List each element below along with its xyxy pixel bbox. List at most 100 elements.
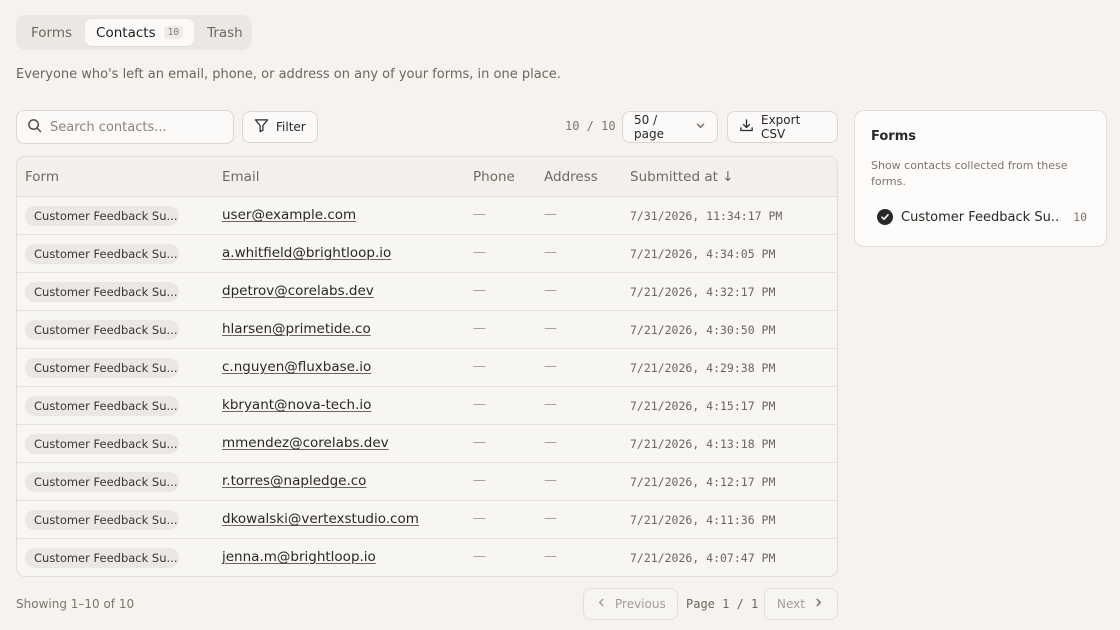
submitted-at-cell: 7/21/2026, 4:12:17 PM	[630, 475, 776, 489]
table-row: Customer Feedback Su... kbryant@nova-tech…	[17, 387, 837, 425]
email-link[interactable]: user@example.com	[222, 207, 356, 223]
submitted-at-cell: 7/31/2026, 11:34:17 PM	[630, 209, 783, 223]
form-badge: Customer Feedback Su...	[25, 396, 179, 416]
per-page-select[interactable]: 50 / page	[622, 111, 718, 143]
tab-forms[interactable]: Forms	[20, 19, 83, 46]
phone-cell: —	[473, 511, 486, 526]
export-label: Export CSV	[761, 113, 801, 141]
chevron-left-icon	[596, 597, 607, 611]
email-link[interactable]: hlarsen@primetide.co	[222, 321, 371, 337]
email-link[interactable]: kbryant@nova-tech.io	[222, 397, 371, 413]
export-csv-button[interactable]: Export CSV	[727, 111, 838, 143]
phone-cell: —	[473, 549, 486, 564]
form-badge: Customer Feedback Su...	[25, 320, 179, 340]
form-badge: Customer Feedback Su...	[25, 282, 179, 302]
tab-count-badge: 10	[163, 26, 184, 39]
address-cell: —	[544, 435, 557, 450]
email-link[interactable]: dkowalski@vertexstudio.com	[222, 511, 419, 527]
address-cell: —	[544, 549, 557, 564]
showing-summary: Showing 1–10 of 10	[16, 597, 135, 611]
tab-label: Forms	[31, 24, 73, 41]
search-box[interactable]	[16, 110, 234, 144]
chevron-right-icon	[813, 597, 824, 611]
email-link[interactable]: r.torres@napledge.co	[222, 473, 366, 489]
next-label: Next	[777, 597, 805, 611]
phone-cell: —	[473, 283, 486, 298]
table-row: Customer Feedback Su... jenna.m@brightloo…	[17, 539, 837, 576]
email-link[interactable]: jenna.m@brightloop.io	[222, 549, 376, 565]
form-badge: Customer Feedback Su...	[25, 510, 179, 530]
submitted-at-cell: 7/21/2026, 4:29:38 PM	[630, 361, 776, 375]
form-badge: Customer Feedback Su...	[25, 358, 179, 378]
form-badge: Customer Feedback Su...	[25, 472, 179, 492]
email-link[interactable]: c.nguyen@fluxbase.io	[222, 359, 371, 375]
next-page-button[interactable]: Next	[764, 588, 838, 620]
form-filter-label: Customer Feedback Su...	[901, 209, 1059, 225]
form-badge: Customer Feedback Su...	[25, 434, 179, 454]
tab-label: Trash	[207, 24, 243, 41]
result-count: 10 / 10	[565, 119, 616, 133]
address-cell: —	[544, 207, 557, 222]
column-header-email[interactable]: Email	[222, 169, 259, 185]
email-link[interactable]: dpetrov@corelabs.dev	[222, 283, 374, 299]
tab-bar: Forms Contacts 10 Trash	[16, 15, 252, 50]
submitted-at-cell: 7/21/2026, 4:13:18 PM	[630, 437, 776, 451]
check-circle-icon[interactable]	[877, 209, 893, 225]
table-header: Form Email Phone Address Submitted at ↓	[17, 157, 837, 197]
table-row: Customer Feedback Su... hlarsen@primetide…	[17, 311, 837, 349]
address-cell: —	[544, 283, 557, 298]
column-header-phone[interactable]: Phone	[473, 169, 515, 185]
tab-label: Contacts	[96, 24, 156, 41]
form-filter-count: 10	[1073, 210, 1087, 224]
phone-cell: —	[473, 473, 486, 488]
page-description: Everyone who's left an email, phone, or …	[16, 67, 561, 82]
table-row: Customer Feedback Su... r.torres@napledge…	[17, 463, 837, 501]
address-cell: —	[544, 321, 557, 336]
phone-cell: —	[473, 397, 486, 412]
column-header-form[interactable]: Form	[25, 169, 59, 185]
address-cell: —	[544, 359, 557, 374]
submitted-at-cell: 7/21/2026, 4:34:05 PM	[630, 247, 776, 261]
form-badge: Customer Feedback Su...	[25, 206, 179, 226]
previous-label: Previous	[615, 597, 666, 611]
submitted-at-cell: 7/21/2026, 4:07:47 PM	[630, 551, 776, 565]
tab-trash[interactable]: Trash	[196, 19, 254, 46]
phone-cell: —	[473, 321, 486, 336]
column-header-address[interactable]: Address	[544, 169, 598, 185]
tab-contacts[interactable]: Contacts 10	[85, 19, 195, 46]
table-row: Customer Feedback Su... user@example.com —…	[17, 197, 837, 235]
chevron-down-icon	[695, 120, 706, 134]
phone-cell: —	[473, 245, 486, 260]
column-header-submitted-at[interactable]: Submitted at ↓	[630, 169, 734, 185]
submitted-at-cell: 7/21/2026, 4:15:17 PM	[630, 399, 776, 413]
address-cell: —	[544, 397, 557, 412]
submitted-at-cell: 7/21/2026, 4:11:36 PM	[630, 513, 776, 527]
per-page-label: 50 / page	[634, 113, 664, 141]
submitted-at-cell: 7/21/2026, 4:32:17 PM	[630, 285, 776, 299]
table-body: Customer Feedback Su... user@example.com —…	[17, 197, 837, 576]
form-badge: Customer Feedback Su...	[25, 548, 179, 568]
contacts-table: Form Email Phone Address Submitted at ↓ …	[16, 156, 838, 577]
phone-cell: —	[473, 359, 486, 374]
search-input[interactable]	[50, 119, 220, 135]
filter-label: Filter	[276, 120, 306, 134]
filter-icon	[254, 118, 269, 136]
table-row: Customer Feedback Su... mmendez@corelabs.…	[17, 425, 837, 463]
page-indicator: Page 1 / 1	[686, 597, 759, 611]
filter-button[interactable]: Filter	[242, 111, 318, 143]
email-link[interactable]: mmendez@corelabs.dev	[222, 435, 389, 451]
panel-title: Forms	[871, 129, 916, 144]
phone-cell: —	[473, 435, 486, 450]
address-cell: —	[544, 511, 557, 526]
email-link[interactable]: a.whitfield@brightloop.io	[222, 245, 391, 261]
form-filter-item[interactable]: Customer Feedback Su... 10	[877, 207, 1087, 227]
table-row: Customer Feedback Su... dkowalski@vertexs…	[17, 501, 837, 539]
phone-cell: —	[473, 207, 486, 222]
table-row: Customer Feedback Su... dpetrov@corelabs.…	[17, 273, 837, 311]
previous-page-button[interactable]: Previous	[583, 588, 678, 620]
forms-filter-panel: Forms Show contacts collected from these…	[854, 110, 1107, 247]
address-cell: —	[544, 473, 557, 488]
download-icon	[739, 118, 754, 136]
table-row: Customer Feedback Su... a.whitfield@brigh…	[17, 235, 837, 273]
table-row: Customer Feedback Su... c.nguyen@fluxbase…	[17, 349, 837, 387]
